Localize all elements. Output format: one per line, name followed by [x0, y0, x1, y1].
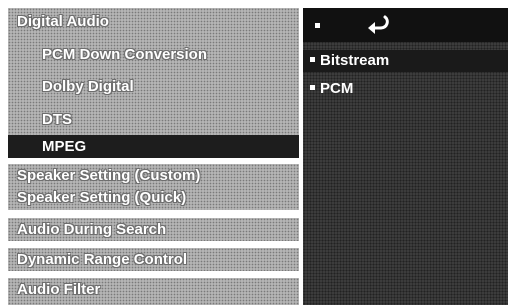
digital-audio-group: Digital Audio PCM Down Conversion Dolby … — [8, 8, 299, 144]
option-pcm[interactable]: PCM — [303, 78, 508, 100]
menu-item-audio-filter[interactable]: Audio Filter — [8, 278, 299, 301]
option-bitstream[interactable]: Bitstream — [303, 50, 508, 72]
audio-filter-group: Audio Filter — [8, 278, 299, 305]
dynamic-range-group: Dynamic Range Control — [8, 248, 299, 271]
menu-item-label: Digital Audio — [17, 13, 109, 30]
audio-search-group: Audio During Search — [8, 218, 299, 241]
bullet-icon — [315, 23, 320, 28]
menu-item-dolby-digital[interactable]: Dolby Digital — [8, 75, 299, 98]
menu-item-label: Dynamic Range Control — [17, 251, 188, 268]
menu-item-label: Audio During Search — [17, 221, 167, 238]
option-label: Bitstream — [320, 52, 390, 69]
options-panel: Bitstream PCM — [303, 8, 508, 305]
menu-item-label: Speaker Setting (Custom) — [17, 167, 201, 184]
menu-item-label: MPEG — [42, 138, 87, 155]
speaker-setting-group: Speaker Setting (Custom) Speaker Setting… — [8, 164, 299, 210]
menu-item-label: Audio Filter — [17, 281, 101, 298]
menu-item-label: Dolby Digital — [42, 78, 134, 95]
menu-item-speaker-custom[interactable]: Speaker Setting (Custom) — [8, 164, 299, 187]
menu-item-dynamic-range-control[interactable]: Dynamic Range Control — [8, 248, 299, 271]
option-label: PCM — [320, 80, 354, 97]
settings-menu: Digital Audio PCM Down Conversion Dolby … — [8, 8, 299, 305]
menu-item-mpeg[interactable]: MPEG — [8, 135, 299, 158]
menu-item-audio-during-search[interactable]: Audio During Search — [8, 218, 299, 241]
menu-item-digital-audio[interactable]: Digital Audio — [8, 10, 299, 33]
bullet-icon — [310, 56, 315, 62]
menu-item-speaker-quick[interactable]: Speaker Setting (Quick) — [8, 186, 299, 209]
menu-item-label: PCM Down Conversion — [42, 46, 208, 63]
options-header — [303, 8, 508, 42]
menu-item-pcm-down-conversion[interactable]: PCM Down Conversion — [8, 43, 299, 66]
bullet-icon — [310, 84, 315, 90]
menu-item-dts[interactable]: DTS — [8, 108, 299, 131]
return-icon[interactable] — [365, 14, 391, 34]
menu-item-label: Speaker Setting (Quick) — [17, 189, 187, 206]
menu-item-label: DTS — [42, 111, 72, 128]
